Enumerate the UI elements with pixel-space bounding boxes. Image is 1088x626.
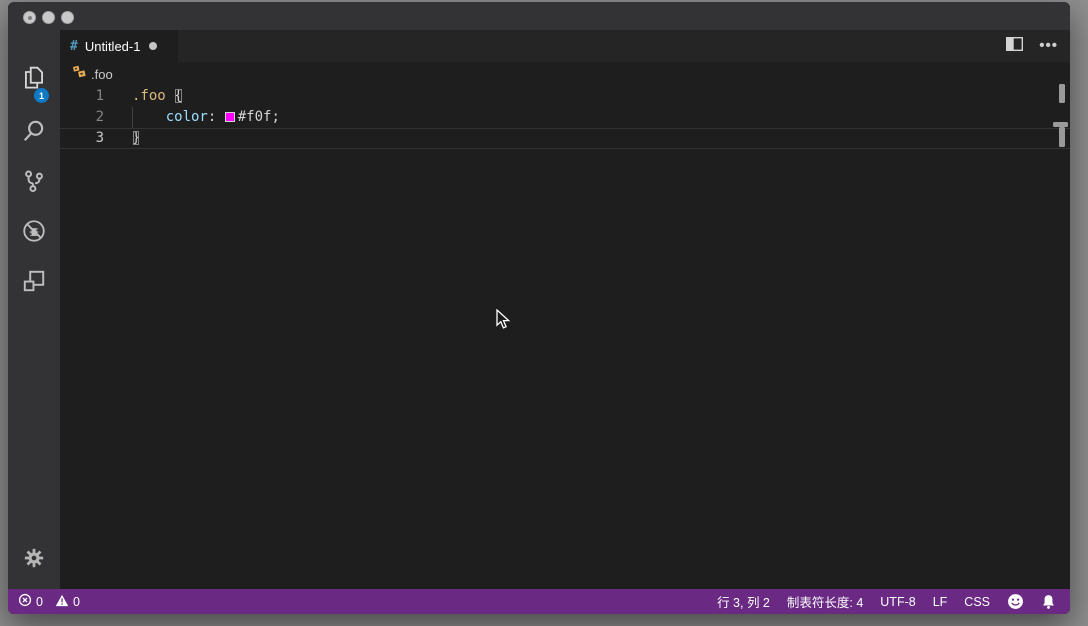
- line-number: 1: [95, 88, 104, 104]
- indent-guide: [132, 107, 133, 128]
- code-line-active[interactable]: 3 }: [60, 128, 1070, 149]
- tab-untitled-1[interactable]: # Untitled-1: [60, 30, 178, 62]
- sidebar-item-explorer[interactable]: 1: [8, 66, 60, 103]
- css-value: #f0f;: [237, 109, 280, 125]
- language-mode[interactable]: CSS: [964, 595, 990, 609]
- overview-ruler-mark: [1059, 127, 1065, 147]
- problems-errors[interactable]: 0: [18, 593, 43, 610]
- extensions-icon: [21, 268, 47, 299]
- overview-ruler-mark: [1059, 84, 1065, 103]
- activity-bar: 1: [8, 30, 60, 589]
- more-actions-button[interactable]: •••: [1039, 38, 1058, 53]
- debug-icon: [21, 218, 47, 249]
- code-line[interactable]: 2 color: #f0f;: [60, 107, 1070, 128]
- color-swatch[interactable]: [224, 112, 235, 122]
- zoom-button[interactable]: [61, 11, 74, 24]
- line-number: 2: [95, 109, 104, 125]
- css-selector: .foo: [132, 88, 175, 104]
- tab-size-indicator[interactable]: 制表符长度: 4: [787, 592, 863, 611]
- css-property: color: [165, 109, 208, 125]
- warning-icon: [55, 594, 69, 610]
- notifications-bell-icon[interactable]: [1041, 594, 1056, 610]
- title-bar[interactable]: [8, 2, 1070, 30]
- tab-bar: # Untitled-1 •••: [60, 30, 1070, 62]
- feedback-smiley-icon[interactable]: [1007, 593, 1024, 610]
- sidebar-item-search[interactable]: [8, 118, 60, 148]
- eol-indicator[interactable]: LF: [933, 595, 948, 609]
- sidebar-item-extensions[interactable]: [8, 268, 60, 298]
- gear-icon: [23, 547, 45, 574]
- cursor-position[interactable]: 行 3, 列 2: [717, 592, 770, 611]
- error-icon: [18, 593, 32, 610]
- git-branch-icon: [21, 168, 47, 199]
- open-brace: {: [174, 88, 183, 104]
- manage-button[interactable]: [8, 545, 60, 575]
- symbol-class-icon: [72, 64, 87, 84]
- warning-count: 0: [72, 594, 80, 609]
- close-button[interactable]: [23, 11, 36, 24]
- vscode-window: 1 # Untitled-1 ••• .foo 1 .foo {2 color…: [8, 2, 1070, 614]
- sidebar-item-debug[interactable]: [8, 218, 60, 248]
- error-count: 0: [36, 594, 43, 609]
- problems-warnings[interactable]: 0: [55, 594, 80, 610]
- close-brace: }: [132, 130, 141, 146]
- modified-indicator[interactable]: [149, 42, 158, 50]
- sidebar-item-source-control[interactable]: [8, 168, 60, 198]
- editor[interactable]: 1 .foo { 2 color: #f0f; 3 }: [60, 86, 1070, 589]
- status-bar: 0 0 行 3, 列 2 制表符长度: 4 UTF-8 LF CSS: [8, 589, 1070, 614]
- code-line[interactable]: 1 .foo {: [60, 86, 1070, 107]
- search-icon: [21, 118, 47, 149]
- css-file-icon: #: [70, 38, 78, 54]
- line-number: 3: [95, 130, 104, 146]
- minimize-button[interactable]: [42, 11, 55, 24]
- breadcrumb: .foo: [60, 62, 1070, 86]
- tab-label: Untitled-1: [84, 38, 141, 54]
- breadcrumb-symbol[interactable]: .foo: [91, 67, 113, 82]
- explorer-badge: 1: [34, 88, 49, 103]
- split-editor-button[interactable]: [1006, 36, 1024, 56]
- encoding-indicator[interactable]: UTF-8: [880, 595, 915, 609]
